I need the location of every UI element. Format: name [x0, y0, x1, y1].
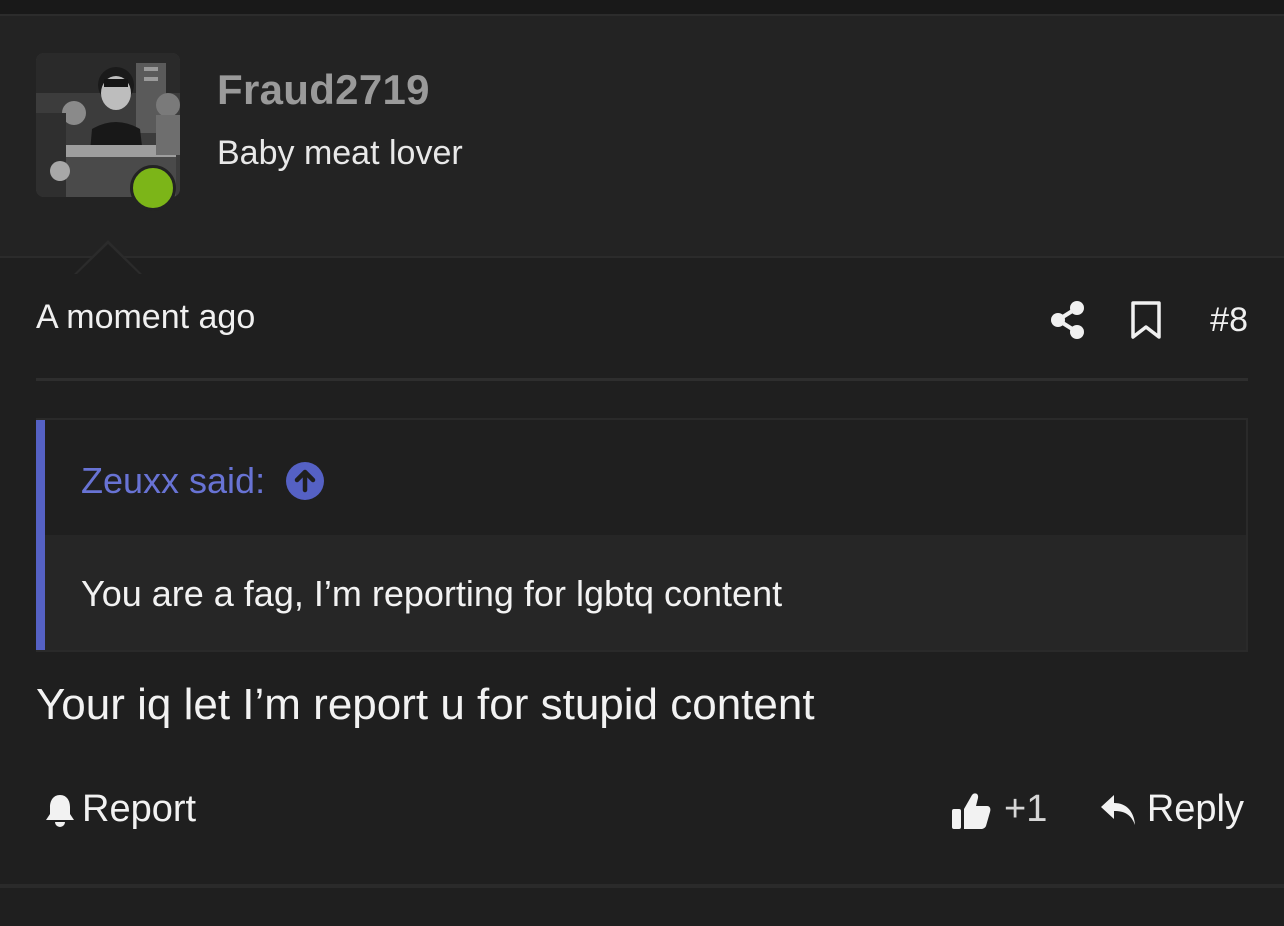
reply-icon	[1099, 793, 1137, 827]
bookmark-icon[interactable]	[1130, 300, 1162, 340]
quote-body: You are a fag, I’m reporting for lgbtq c…	[45, 535, 1246, 650]
post-meta: A moment ago #8	[36, 290, 1248, 350]
quote-block: Zeuxx said: You are a fag, I’m reporting…	[36, 418, 1248, 652]
online-status-indicator	[130, 165, 176, 211]
user-title: Baby meat lover	[217, 134, 463, 172]
reply-button[interactable]: Reply	[1099, 788, 1244, 831]
avatar-container[interactable]	[36, 53, 180, 211]
report-button[interactable]: Report	[44, 788, 196, 831]
bell-icon	[44, 792, 76, 828]
meta-divider	[36, 378, 1248, 381]
post-timestamp[interactable]: A moment ago	[36, 298, 255, 337]
post-body-text: Your iq let I’m report u for stupid cont…	[36, 680, 815, 729]
post-meta-actions: #8	[1050, 298, 1248, 342]
quote-author-link[interactable]: Zeuxx said:	[81, 460, 325, 502]
share-icon[interactable]	[1050, 300, 1086, 340]
username[interactable]: Fraud2719	[217, 66, 430, 114]
post-actions-bar: Report +1 Reply	[36, 784, 1248, 844]
like-count: +1	[1004, 788, 1048, 830]
quote-text: You are a fag, I’m reporting for lgbtq c…	[81, 573, 783, 614]
report-label: Report	[82, 788, 197, 830]
quote-accent-bar	[36, 420, 45, 650]
top-divider	[0, 0, 1284, 16]
user-header: Fraud2719 Baby meat lover	[0, 16, 1284, 275]
like-button[interactable]: +1	[950, 788, 1047, 831]
quote-author-label: Zeuxx said:	[81, 460, 266, 501]
forum-post: Fraud2719 Baby meat lover A moment ago #…	[0, 0, 1284, 926]
thumbs-up-icon	[950, 789, 992, 831]
post-number-link[interactable]: #8	[1210, 301, 1248, 340]
header-notch-inner	[76, 244, 140, 275]
arrow-up-circle-icon[interactable]	[285, 461, 325, 501]
next-post-area	[0, 888, 1284, 926]
quote-header: Zeuxx said:	[45, 420, 1246, 535]
reply-label: Reply	[1146, 788, 1244, 830]
